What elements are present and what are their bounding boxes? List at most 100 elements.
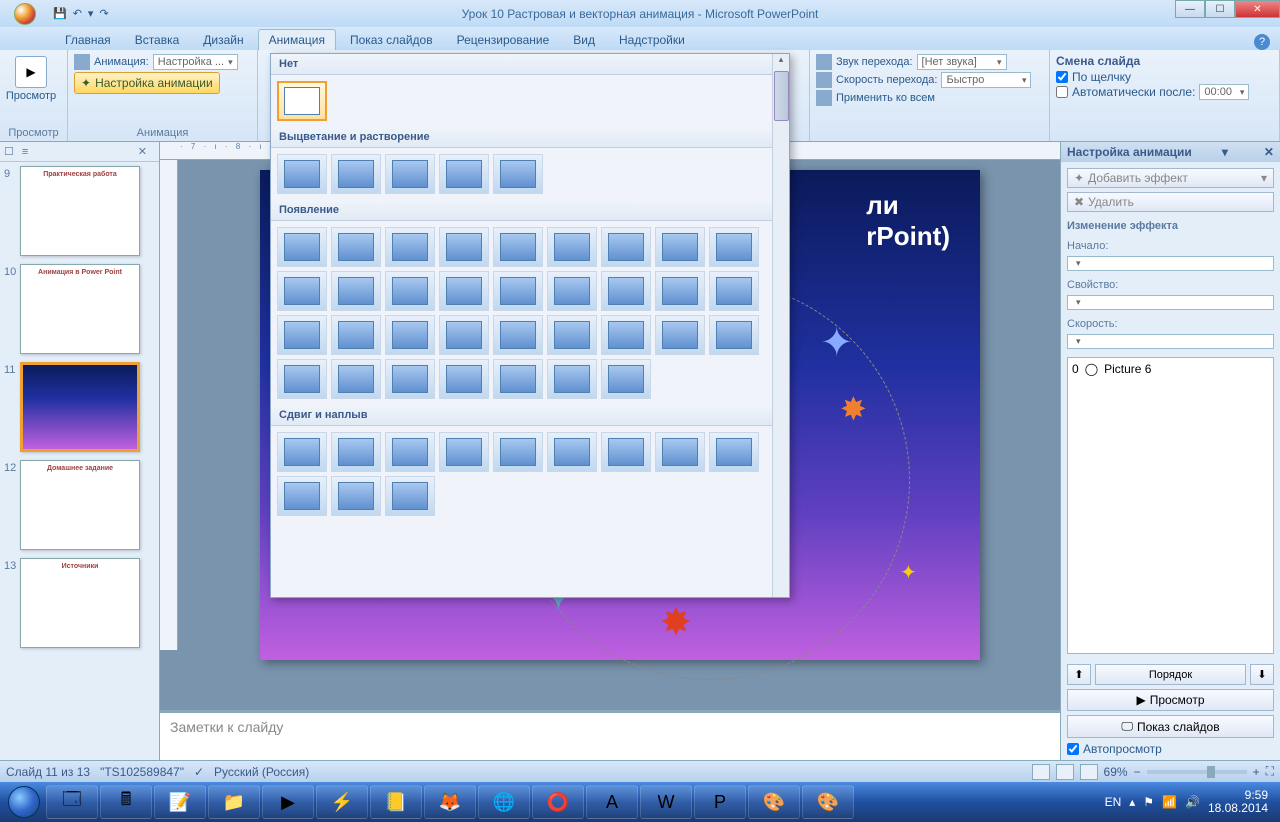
- anim-pane-close-icon[interactable]: ✕: [1264, 145, 1274, 159]
- task-item[interactable]: 📁: [208, 785, 260, 819]
- transition-gallery-item[interactable]: [277, 359, 327, 399]
- task-item[interactable]: 🎨: [748, 785, 800, 819]
- slide-thumbnail-row[interactable]: 10Анимация в Power Point: [4, 264, 155, 354]
- task-item[interactable]: 🌐: [478, 785, 530, 819]
- trans-sound-combo[interactable]: [Нет звука]: [917, 54, 1007, 70]
- transition-gallery-item[interactable]: [655, 432, 705, 472]
- zoom-percent[interactable]: 69%: [1104, 765, 1128, 779]
- transition-gallery-item[interactable]: [439, 154, 489, 194]
- start-button[interactable]: [4, 782, 44, 822]
- view-normal-button[interactable]: [1032, 764, 1050, 780]
- close-pane-icon[interactable]: ✕: [138, 145, 147, 158]
- task-item[interactable]: 🖩: [100, 785, 152, 819]
- minimize-button[interactable]: —: [1175, 0, 1205, 18]
- office-button[interactable]: [5, 0, 45, 27]
- transition-gallery-item[interactable]: [331, 315, 381, 355]
- transition-gallery-item[interactable]: [547, 432, 597, 472]
- list-item[interactable]: 0 ◯ Picture 6: [1070, 360, 1271, 378]
- task-item[interactable]: ⚡: [316, 785, 368, 819]
- slides-tab-icon[interactable]: ☐: [4, 145, 14, 158]
- transition-gallery-item[interactable]: [331, 154, 381, 194]
- tab-slideshow[interactable]: Показ слайдов: [340, 30, 443, 50]
- auto-after-checkbox[interactable]: Автоматически после: 00:00: [1056, 84, 1273, 100]
- zoom-out-button[interactable]: −: [1134, 765, 1141, 779]
- task-item[interactable]: ⭕: [532, 785, 584, 819]
- view-sorter-button[interactable]: [1056, 764, 1074, 780]
- qat-redo[interactable]: ↷: [99, 7, 108, 20]
- transition-gallery-item[interactable]: [493, 315, 543, 355]
- custom-animation-button[interactable]: ✦ Настройка анимации: [74, 72, 220, 94]
- task-item[interactable]: 📝: [154, 785, 206, 819]
- tab-design[interactable]: Дизайн: [193, 30, 253, 50]
- preview-button[interactable]: ▶ Просмотр: [6, 54, 56, 104]
- transition-gallery-item[interactable]: [331, 476, 381, 516]
- transition-gallery-item[interactable]: [655, 227, 705, 267]
- transition-gallery-item[interactable]: [601, 227, 651, 267]
- remove-effect-button[interactable]: ✖ Удалить: [1067, 192, 1274, 212]
- outline-tab-icon[interactable]: ≡: [22, 146, 28, 158]
- transition-gallery-item[interactable]: [601, 359, 651, 399]
- tray-flag-icon[interactable]: ⚑: [1143, 795, 1154, 809]
- qat-undo[interactable]: ↶: [73, 7, 82, 20]
- auto-after-time[interactable]: 00:00: [1199, 84, 1249, 100]
- transition-gallery-item[interactable]: [439, 227, 489, 267]
- transition-gallery-item[interactable]: [385, 154, 435, 194]
- transition-gallery-item[interactable]: [385, 476, 435, 516]
- transition-gallery-item[interactable]: [277, 227, 327, 267]
- add-effect-button[interactable]: ✦ Добавить эффект ▾: [1067, 168, 1274, 188]
- transition-gallery-item[interactable]: [547, 227, 597, 267]
- transition-gallery-item[interactable]: [655, 271, 705, 311]
- transition-gallery-item[interactable]: [277, 81, 327, 121]
- gallery-scrollbar[interactable]: ▴: [772, 54, 789, 597]
- transition-gallery-item[interactable]: [601, 315, 651, 355]
- reorder-up-button[interactable]: ⬆: [1067, 664, 1091, 685]
- transition-gallery-item[interactable]: [601, 432, 651, 472]
- tab-view[interactable]: Вид: [563, 30, 605, 50]
- speed-combo[interactable]: [1067, 334, 1274, 349]
- transition-gallery-item[interactable]: [277, 271, 327, 311]
- transition-gallery-item[interactable]: [277, 154, 327, 194]
- maximize-button[interactable]: ☐: [1205, 0, 1235, 18]
- property-combo[interactable]: [1067, 295, 1274, 310]
- tab-insert[interactable]: Вставка: [125, 30, 190, 50]
- pane-preview-button[interactable]: ▶Просмотр: [1067, 689, 1274, 711]
- transition-gallery-item[interactable]: [547, 359, 597, 399]
- task-item[interactable]: 📒: [370, 785, 422, 819]
- reorder-down-button[interactable]: ⬇: [1250, 664, 1274, 685]
- tab-home[interactable]: Главная: [55, 30, 121, 50]
- slide-thumbnail-row[interactable]: 9Практическая работа: [4, 166, 155, 256]
- transition-gallery-item[interactable]: [709, 432, 759, 472]
- tray-clock[interactable]: 9:59 18.08.2014: [1208, 789, 1268, 815]
- transition-gallery-item[interactable]: [385, 227, 435, 267]
- slide-thumbnail-row[interactable]: 13Источники: [4, 558, 155, 648]
- transition-gallery-item[interactable]: [493, 271, 543, 311]
- apply-all-button[interactable]: Применить ко всем: [836, 92, 935, 104]
- autopreview-checkbox[interactable]: Автопросмотр: [1067, 742, 1274, 756]
- transition-gallery-item[interactable]: [439, 315, 489, 355]
- help-icon[interactable]: ?: [1254, 34, 1270, 50]
- animation-combo[interactable]: Настройка ...: [153, 54, 238, 70]
- transition-gallery-item[interactable]: [709, 271, 759, 311]
- transition-gallery-item[interactable]: [547, 271, 597, 311]
- transition-gallery-item[interactable]: [493, 432, 543, 472]
- slide-thumbnail-row[interactable]: 12Домашнее задание: [4, 460, 155, 550]
- transition-gallery-item[interactable]: [493, 227, 543, 267]
- transition-gallery-item[interactable]: [331, 432, 381, 472]
- task-item[interactable]: A: [586, 785, 638, 819]
- slide-thumbnail-row[interactable]: 11✦: [4, 362, 155, 452]
- transition-gallery-item[interactable]: [385, 315, 435, 355]
- transition-gallery-item[interactable]: [277, 432, 327, 472]
- transition-gallery-item[interactable]: [547, 315, 597, 355]
- task-item[interactable]: P: [694, 785, 746, 819]
- start-combo[interactable]: [1067, 256, 1274, 271]
- task-item[interactable]: 🦊: [424, 785, 476, 819]
- animation-list[interactable]: 0 ◯ Picture 6: [1067, 357, 1274, 654]
- transition-gallery-item[interactable]: [277, 476, 327, 516]
- tray-network-icon[interactable]: 📶: [1162, 795, 1177, 809]
- qat-more[interactable]: ▾: [88, 7, 94, 20]
- tray-volume-icon[interactable]: 🔊: [1185, 795, 1200, 809]
- task-item[interactable]: W: [640, 785, 692, 819]
- transition-gallery-item[interactable]: [439, 359, 489, 399]
- view-slideshow-button[interactable]: [1080, 764, 1098, 780]
- transition-gallery-item[interactable]: [709, 227, 759, 267]
